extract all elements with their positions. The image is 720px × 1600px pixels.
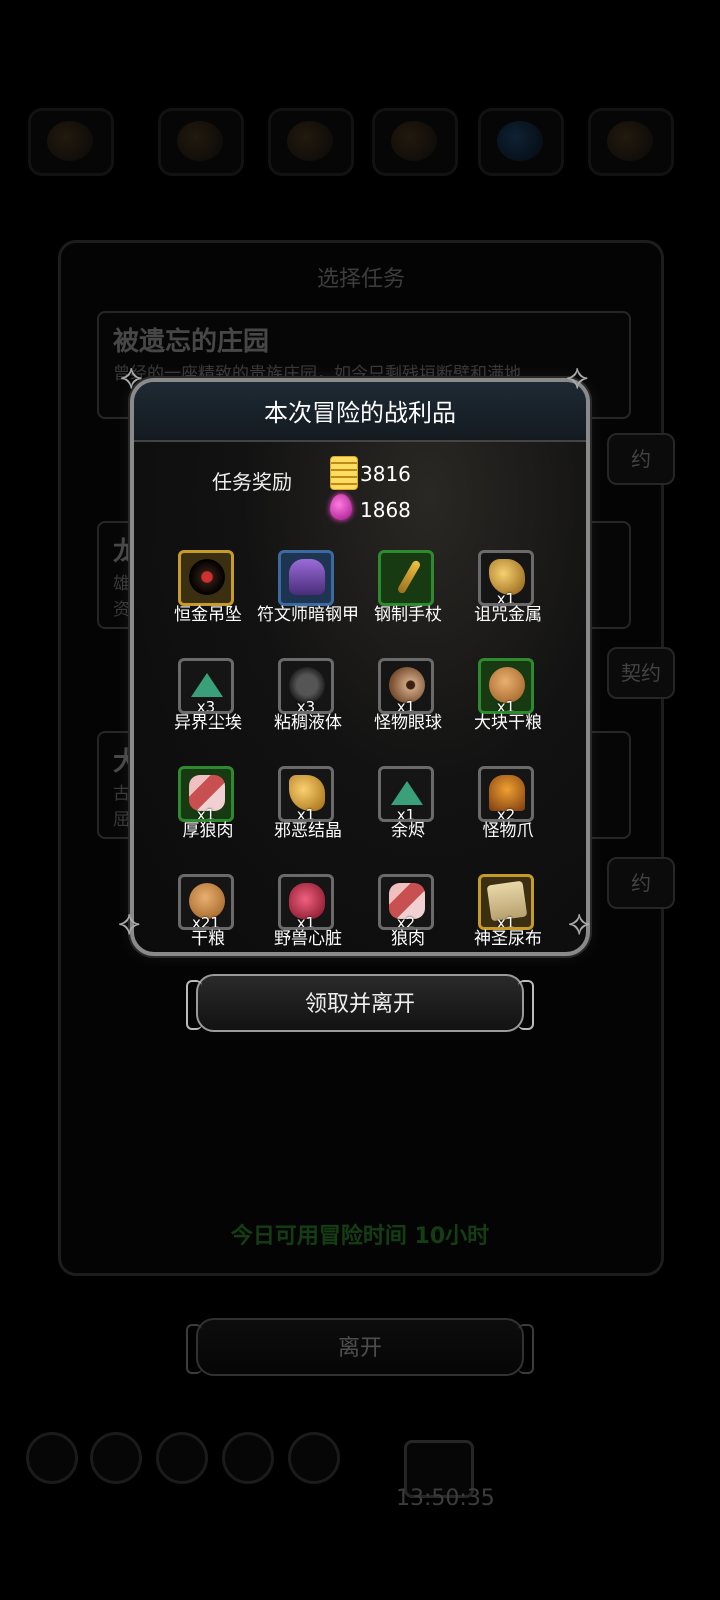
gold-coin-icon xyxy=(330,456,358,490)
reward-label: 任务奖励 xyxy=(212,470,292,494)
loot-item[interactable]: x2 怪物爪 xyxy=(456,764,560,874)
top-slot-1 xyxy=(28,108,114,176)
top-slot-6 xyxy=(588,108,674,176)
top-slot-4 xyxy=(372,108,458,176)
loot-item[interactable]: x1 余烬 xyxy=(356,764,460,874)
item-slot[interactable] xyxy=(178,550,234,606)
item-name: 钢制手杖 xyxy=(374,605,442,625)
pact-button: 约 xyxy=(607,857,675,909)
pendant-icon xyxy=(189,559,225,595)
loot-item[interactable]: x21 干粮 xyxy=(156,872,260,952)
item-slot[interactable]: x1 xyxy=(378,766,434,822)
gold-amount: 3816 xyxy=(360,462,411,486)
claim-and-leave-button[interactable]: 领取并离开 xyxy=(186,974,534,1032)
gem-amount: 1868 xyxy=(360,498,411,522)
item-name: 神圣尿布 xyxy=(474,929,542,949)
menu-circle-icon xyxy=(288,1432,340,1484)
item-slot[interactable]: x1 xyxy=(478,658,534,714)
menu-circle-icon xyxy=(222,1432,274,1484)
item-slot[interactable]: x21 xyxy=(178,874,234,930)
top-slot-3 xyxy=(268,108,354,176)
dialog-title: 本次冒险的战利品 xyxy=(264,399,456,427)
spike-ornament-icon: ⟡ xyxy=(566,357,589,397)
mission-title: 被遗忘的庄园 xyxy=(113,327,270,357)
loot-item[interactable]: x1 邪恶结晶 xyxy=(256,764,360,874)
item-name: 诅咒金属 xyxy=(474,605,542,625)
item-name: 异界尘埃 xyxy=(174,713,242,733)
loot-grid: 恒金吊坠 符文师暗钢甲 钢制手杖 x1 诅咒金属 x3 异界尘埃 x3 粘稠液体… xyxy=(156,548,576,949)
hero-icon xyxy=(391,121,437,161)
loot-item[interactable]: x3 粘稠液体 xyxy=(256,656,360,766)
hero-icon xyxy=(287,121,333,161)
item-slot[interactable] xyxy=(278,550,334,606)
ember-icon xyxy=(391,781,423,805)
loot-item[interactable]: x1 厚狼肉 xyxy=(156,764,260,874)
mission-desc-2: 资 xyxy=(113,600,130,620)
pact-button: 约 xyxy=(607,433,675,485)
panel-title: 选择任务 xyxy=(316,267,405,292)
hero-icon xyxy=(497,121,543,161)
item-name: 符文师暗钢甲 xyxy=(257,605,359,625)
pact-button: 契约 xyxy=(607,647,675,699)
item-slot[interactable]: x1 xyxy=(378,658,434,714)
loot-item[interactable]: x1 神圣尿布 xyxy=(456,872,560,952)
loot-item[interactable]: x1 怪物眼球 xyxy=(356,656,460,766)
spike-ornament-icon: ⟡ xyxy=(120,357,143,397)
hero-icon xyxy=(177,121,223,161)
pink-gem-icon xyxy=(330,494,352,520)
item-name: 野兽心脏 xyxy=(274,929,342,949)
loot-item[interactable]: x3 异界尘埃 xyxy=(156,656,260,766)
top-slot-2 xyxy=(158,108,244,176)
hero-icon xyxy=(47,121,93,161)
item-slot[interactable]: x1 xyxy=(478,550,534,606)
item-slot[interactable]: x1 xyxy=(478,874,534,930)
loot-dialog: 本次冒险的战利品 任务奖励 3816 1868 恒金吊坠 符文师暗钢甲 钢制手杖… xyxy=(130,378,590,956)
leave-button: 离开 xyxy=(186,1318,534,1376)
item-slot[interactable]: x2 xyxy=(378,874,434,930)
item-slot[interactable]: x1 xyxy=(278,766,334,822)
spike-ornament-icon: ⟡ xyxy=(118,903,141,943)
item-name: 怪物爪 xyxy=(482,821,534,841)
item-slot[interactable] xyxy=(378,550,434,606)
item-name: 狼肉 xyxy=(391,929,425,949)
item-name: 恒金吊坠 xyxy=(174,605,242,625)
loot-item[interactable]: 符文师暗钢甲 xyxy=(256,548,360,658)
item-name: 厚狼肉 xyxy=(182,821,234,841)
menu-circle-icon xyxy=(156,1432,208,1484)
item-slot[interactable]: x3 xyxy=(278,658,334,714)
item-name: 大块干粮 xyxy=(474,713,542,733)
loot-item[interactable]: x1 野兽心脏 xyxy=(256,872,360,952)
item-name: 余烬 xyxy=(391,821,425,841)
loot-item[interactable]: 钢制手杖 xyxy=(356,548,460,658)
item-slot[interactable]: x2 xyxy=(478,766,534,822)
dust-icon xyxy=(191,673,223,697)
armor-icon xyxy=(289,559,325,595)
menu-circle-icon xyxy=(26,1432,78,1484)
spike-ornament-icon: ⟡ xyxy=(568,903,591,943)
item-name: 干粮 xyxy=(191,929,225,949)
item-name: 邪恶结晶 xyxy=(274,821,342,841)
loot-item[interactable]: x2 狼肉 xyxy=(356,872,460,952)
hero-icon xyxy=(607,121,653,161)
clock-text: 13:50:35 xyxy=(396,1486,495,1511)
staff-icon xyxy=(396,559,422,595)
item-slot[interactable]: x3 xyxy=(178,658,234,714)
mission-desc-2: 屈 xyxy=(113,810,130,830)
item-slot[interactable]: x1 xyxy=(278,874,334,930)
top-slot-5 xyxy=(478,108,564,176)
item-name: 怪物眼球 xyxy=(374,713,442,733)
loot-item[interactable]: 恒金吊坠 xyxy=(156,548,260,658)
item-name: 粘稠液体 xyxy=(274,713,342,733)
menu-circle-icon xyxy=(90,1432,142,1484)
available-time: 今日可用冒险时间 10小时 xyxy=(230,1224,490,1249)
loot-item[interactable]: x1 诅咒金属 xyxy=(456,548,560,658)
item-slot[interactable]: x1 xyxy=(178,766,234,822)
loot-item[interactable]: x1 大块干粮 xyxy=(456,656,560,766)
